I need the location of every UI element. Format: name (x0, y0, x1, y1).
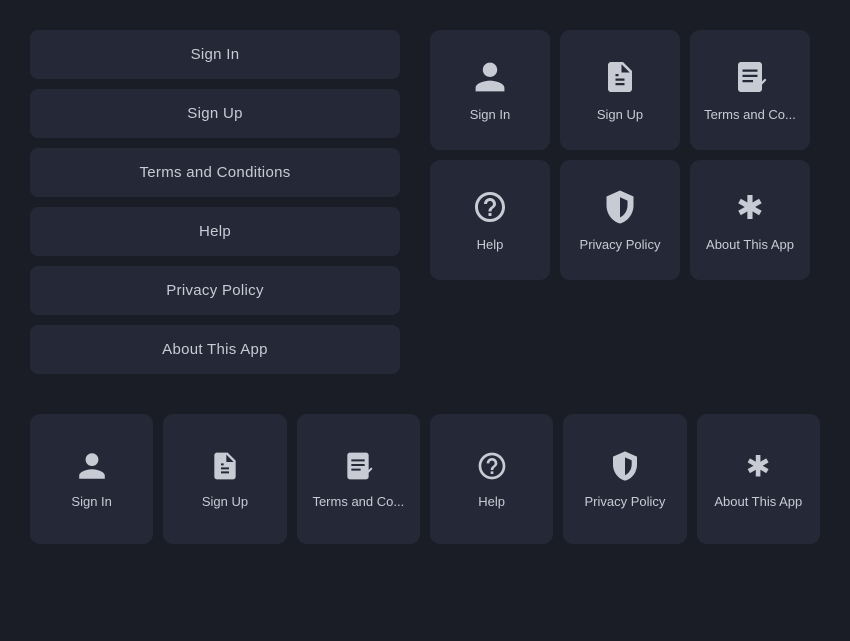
svg-text:✱: ✱ (746, 450, 771, 481)
asterisk-icon: ✱ (730, 187, 770, 227)
grid-help-card[interactable]: Help (430, 160, 550, 280)
grid-terms-label: Terms and Co... (704, 107, 796, 124)
grid-about-label: About This App (706, 237, 794, 254)
bottom-card-group: Sign In Sign Up Terms and Co... (30, 414, 820, 544)
grid-sign-up-label: Sign Up (597, 107, 643, 124)
list-help-button[interactable]: Help (30, 207, 400, 256)
bottom-user-icon (74, 448, 110, 484)
bottom-terms-label: Terms and Co... (312, 494, 404, 511)
bottom-help-label: Help (478, 494, 505, 511)
svg-text:✱: ✱ (736, 189, 764, 225)
document-icon (600, 57, 640, 97)
help-icon (470, 187, 510, 227)
list-button-group: Sign In Sign Up Terms and Conditions Hel… (30, 30, 400, 374)
bottom-document-icon (207, 448, 243, 484)
bottom-sign-in-label: Sign In (71, 494, 111, 511)
bottom-about-card[interactable]: ✱ About This App (697, 414, 820, 544)
grid-sign-in-card[interactable]: Sign In (430, 30, 550, 150)
terms-icon (730, 57, 770, 97)
grid-help-label: Help (477, 237, 504, 254)
grid-terms-card[interactable]: Terms and Co... (690, 30, 810, 150)
bottom-help-card[interactable]: Help (430, 414, 553, 544)
list-sign-up-button[interactable]: Sign Up (30, 89, 400, 138)
list-terms-button[interactable]: Terms and Conditions (30, 148, 400, 197)
grid-about-card[interactable]: ✱ About This App (690, 160, 810, 280)
list-privacy-button[interactable]: Privacy Policy (30, 266, 400, 315)
bottom-sign-in-card[interactable]: Sign In (30, 414, 153, 544)
grid-sign-up-card[interactable]: Sign Up (560, 30, 680, 150)
bottom-help-icon (474, 448, 510, 484)
shield-icon (600, 187, 640, 227)
grid-privacy-card[interactable]: Privacy Policy (560, 160, 680, 280)
bottom-about-label: About This App (714, 494, 802, 511)
bottom-privacy-label: Privacy Policy (585, 494, 666, 511)
list-sign-in-button[interactable]: Sign In (30, 30, 400, 79)
icon-grid: Sign In Sign Up Terms (430, 30, 810, 374)
grid-sign-in-label: Sign In (470, 107, 510, 124)
bottom-sign-up-label: Sign Up (202, 494, 248, 511)
bottom-shield-icon (607, 448, 643, 484)
user-icon (470, 57, 510, 97)
bottom-terms-card[interactable]: Terms and Co... (297, 414, 420, 544)
bottom-terms-icon (340, 448, 376, 484)
bottom-asterisk-icon: ✱ (740, 448, 776, 484)
bottom-privacy-card[interactable]: Privacy Policy (563, 414, 686, 544)
grid-privacy-label: Privacy Policy (580, 237, 661, 254)
list-about-button[interactable]: About This App (30, 325, 400, 374)
bottom-sign-up-card[interactable]: Sign Up (163, 414, 286, 544)
